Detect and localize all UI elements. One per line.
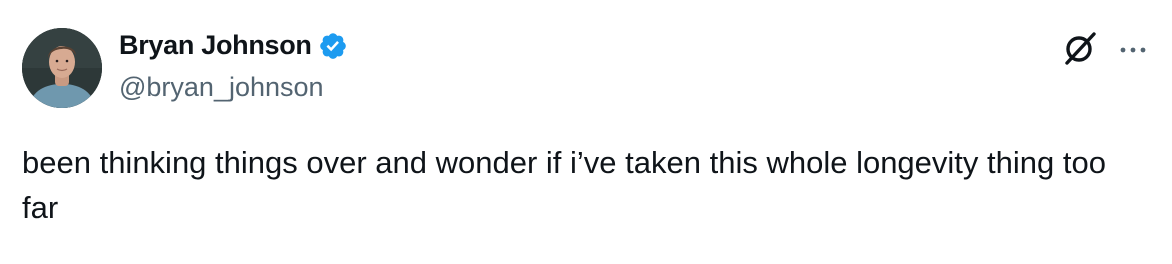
- author-display-name[interactable]: Bryan Johnson: [119, 30, 312, 61]
- tweet-card: Bryan Johnson @bryan_johnson been thinki…: [0, 0, 1172, 264]
- more-options-icon[interactable]: [1113, 30, 1153, 70]
- tweet-text: been thinking things over and wonder if …: [22, 145, 1106, 225]
- grok-icon[interactable]: [1060, 28, 1100, 68]
- verified-badge-icon[interactable]: [318, 31, 348, 61]
- avatar[interactable]: [22, 28, 102, 108]
- author-name-row: Bryan Johnson: [119, 30, 348, 61]
- author-handle[interactable]: @bryan_johnson: [119, 72, 324, 103]
